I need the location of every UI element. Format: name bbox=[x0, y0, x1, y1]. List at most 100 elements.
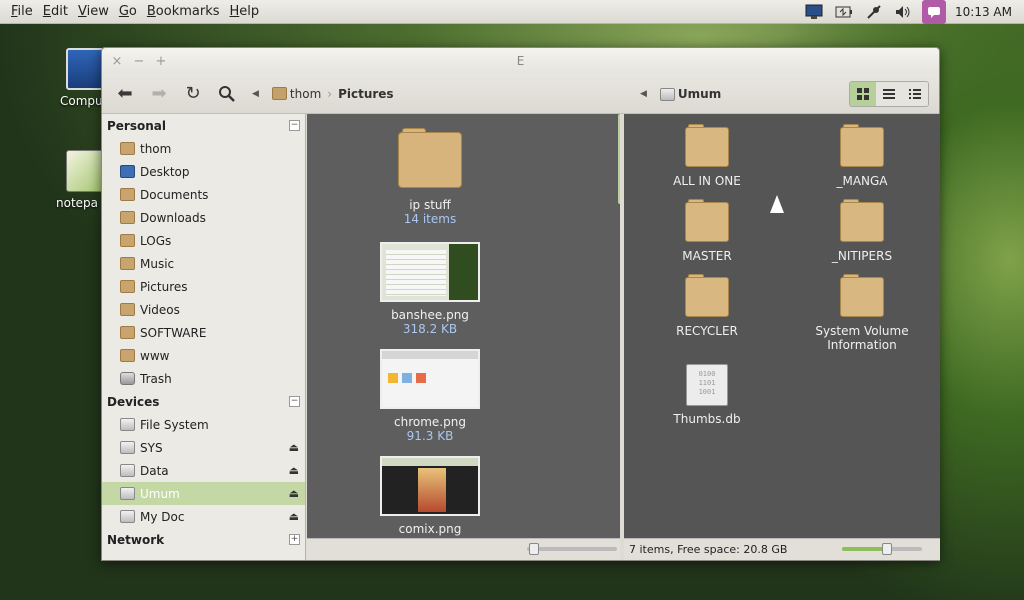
sidebar-item-documents[interactable]: Documents bbox=[102, 183, 305, 206]
documents-folder-icon bbox=[120, 188, 135, 201]
file-item[interactable]: 0100 1101 1001 Thumbs.db bbox=[657, 364, 757, 426]
item-size: 91.3 KB bbox=[406, 429, 454, 443]
folder-icon bbox=[840, 124, 884, 168]
window-titlebar[interactable]: × − + E bbox=[102, 48, 939, 74]
icon-view-button[interactable] bbox=[850, 82, 876, 106]
battery-icon[interactable] bbox=[829, 0, 859, 24]
view-switcher bbox=[849, 81, 929, 107]
list-view-button[interactable] bbox=[876, 82, 902, 106]
item-name: RECYCLER bbox=[676, 324, 738, 338]
eject-icon[interactable]: ⏏ bbox=[289, 487, 299, 500]
sidebar-item-desktop[interactable]: Desktop bbox=[102, 160, 305, 183]
sidebar-item-my-doc[interactable]: My Doc ⏏ bbox=[102, 505, 305, 528]
system-tray: 10:13 AM bbox=[799, 0, 1024, 24]
item-name: ALL IN ONE bbox=[673, 174, 741, 188]
close-button[interactable]: × bbox=[106, 54, 128, 69]
search-icon bbox=[219, 85, 235, 102]
eject-icon[interactable]: ⏏ bbox=[289, 441, 299, 454]
sidebar-item-file-system[interactable]: File System bbox=[102, 413, 305, 436]
breadcrumb-umum[interactable]: Umum bbox=[657, 87, 724, 101]
forward-button[interactable]: ➡ bbox=[142, 79, 176, 109]
folder-item[interactable]: MASTER bbox=[657, 199, 757, 263]
menu-view[interactable]: View bbox=[73, 4, 114, 19]
eject-icon[interactable]: ⏏ bbox=[289, 464, 299, 477]
breadcrumb-thom[interactable]: thom bbox=[269, 87, 324, 101]
sidebar-section-personal[interactable]: Personal − bbox=[102, 114, 305, 137]
list-icon bbox=[883, 89, 895, 99]
item-name: _NITIPERS bbox=[831, 249, 893, 263]
maximize-button[interactable]: + bbox=[150, 54, 172, 69]
eject-icon[interactable]: ⏏ bbox=[289, 510, 299, 523]
sidebar-item-data[interactable]: Data ⏏ bbox=[102, 459, 305, 482]
folder-icon bbox=[840, 274, 884, 318]
sidebar-item-videos[interactable]: Videos bbox=[102, 298, 305, 321]
folder-item[interactable]: RECYCLER bbox=[657, 274, 757, 338]
sidebar-item-www[interactable]: www bbox=[102, 344, 305, 367]
item-name: _MANGA bbox=[836, 174, 888, 188]
breadcrumb-left-arrow-icon[interactable]: ◀ bbox=[640, 89, 647, 99]
zoom-slider[interactable] bbox=[842, 543, 922, 555]
file-item[interactable]: comix.png bbox=[378, 456, 482, 536]
menu-help[interactable]: Help bbox=[225, 4, 265, 19]
sidebar-item-thom[interactable]: thom bbox=[102, 137, 305, 160]
folder-item[interactable]: ALL IN ONE bbox=[657, 124, 757, 188]
back-button[interactable]: ⬅ bbox=[108, 79, 142, 109]
zoom-slider-handle[interactable] bbox=[882, 543, 892, 555]
mouse-pointer-icon bbox=[770, 195, 784, 213]
reload-icon: ↻ bbox=[185, 83, 201, 104]
menu-edit[interactable]: Edit bbox=[38, 4, 73, 19]
compact-view-button[interactable] bbox=[902, 82, 928, 106]
sidebar-item-trash[interactable]: Trash bbox=[102, 367, 305, 390]
music-folder-icon bbox=[120, 257, 135, 270]
expand-button[interactable]: + bbox=[289, 534, 300, 545]
status-text: 7 items, Free space: 20.8 GB bbox=[629, 543, 788, 556]
sidebar-item-umum[interactable]: Umum ⏏ bbox=[102, 482, 305, 505]
folder-item[interactable]: _MANGA bbox=[812, 124, 912, 188]
sidebar-item-software[interactable]: SOFTWARE bbox=[102, 321, 305, 344]
reload-button[interactable]: ↻ bbox=[176, 79, 210, 109]
sidebar-section-devices[interactable]: Devices − bbox=[102, 390, 305, 413]
messaging-icon[interactable] bbox=[922, 0, 947, 24]
item-name: System Volume Information bbox=[815, 324, 909, 352]
collapse-button[interactable]: − bbox=[289, 396, 300, 407]
file-item[interactable]: banshee.png 318.2 KB bbox=[378, 242, 482, 336]
folder-icon bbox=[685, 124, 729, 168]
videos-folder-icon bbox=[120, 303, 135, 316]
zoom-slider-fill bbox=[842, 547, 887, 551]
desktop-icon bbox=[120, 165, 135, 178]
search-button[interactable] bbox=[210, 79, 244, 109]
volume-icon[interactable] bbox=[889, 0, 919, 24]
drive-icon bbox=[659, 87, 675, 101]
file-item[interactable]: chrome.png 91.3 KB bbox=[378, 349, 482, 443]
image-thumbnail-icon bbox=[380, 242, 480, 302]
sidebar-item-pictures[interactable]: Pictures bbox=[102, 275, 305, 298]
drive-icon bbox=[120, 487, 135, 500]
collapse-button[interactable]: − bbox=[289, 120, 300, 131]
folder-item[interactable]: _NITIPERS bbox=[812, 199, 912, 263]
zoom-slider[interactable] bbox=[527, 543, 617, 555]
item-name: MASTER bbox=[682, 249, 732, 263]
folder-item[interactable]: System Volume Information bbox=[807, 274, 917, 352]
folder-item[interactable]: ip stuff 14 items bbox=[380, 128, 480, 226]
breadcrumb-pictures[interactable]: Pictures bbox=[335, 87, 397, 101]
clock[interactable]: 10:13 AM bbox=[949, 5, 1024, 19]
menu-bookmarks[interactable]: Bookmarks bbox=[142, 4, 225, 19]
sidebar: Personal − thom Desktop Documents Downloa… bbox=[102, 114, 306, 560]
menu-file[interactable]: File bbox=[6, 4, 38, 19]
zoom-slider-handle[interactable] bbox=[529, 543, 539, 555]
sidebar-item-downloads[interactable]: Downloads bbox=[102, 206, 305, 229]
left-breadcrumb: ◀ thom › Pictures bbox=[244, 83, 397, 105]
drive-icon bbox=[120, 464, 135, 477]
menu-go[interactable]: Go bbox=[114, 4, 142, 19]
toolbar: ⬅ ➡ ↻ ◀ thom › Pictures ◀ Umum bbox=[102, 74, 939, 114]
minimize-button[interactable]: − bbox=[128, 54, 150, 69]
drive-icon bbox=[120, 441, 135, 454]
monitor-icon[interactable] bbox=[799, 0, 829, 24]
sidebar-item-music[interactable]: Music bbox=[102, 252, 305, 275]
breadcrumb-left-arrow-icon[interactable]: ◀ bbox=[252, 89, 259, 99]
item-name: banshee.png bbox=[391, 308, 469, 322]
sidebar-section-network[interactable]: Network + bbox=[102, 528, 305, 551]
sidebar-item-logs[interactable]: LOGs bbox=[102, 229, 305, 252]
sidebar-item-sys[interactable]: SYS ⏏ bbox=[102, 436, 305, 459]
network-icon[interactable] bbox=[859, 0, 889, 24]
